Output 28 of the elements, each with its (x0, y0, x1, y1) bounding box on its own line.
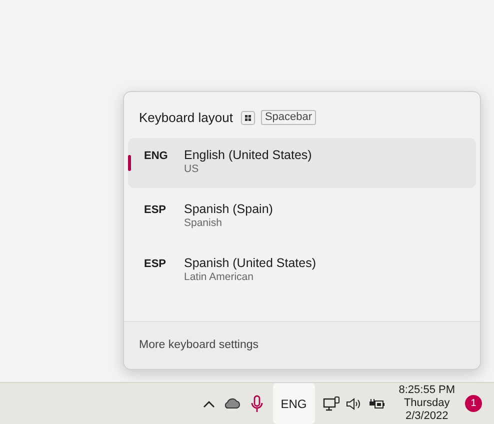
chevron-up-icon[interactable] (202, 400, 215, 408)
layout-code: ESP (144, 256, 168, 272)
clock-day: Thursday (404, 397, 450, 410)
network-icon[interactable] (322, 396, 340, 412)
more-keyboard-settings-link[interactable]: More keyboard settings (139, 336, 259, 354)
input-indicator-button[interactable]: ENG (272, 383, 315, 424)
layout-item[interactable]: ENG English (United States) US (128, 138, 476, 188)
clock-time: 8:25:55 PM (398, 384, 455, 397)
microphone-icon[interactable] (250, 394, 263, 412)
selection-indicator (128, 154, 131, 170)
clock-date: 2/3/2022 (405, 410, 448, 423)
notification-badge[interactable]: 1 (465, 395, 482, 412)
layout-code: ENG (144, 148, 169, 164)
flyout-title: Keyboard layout (139, 109, 233, 127)
layout-code: ESP (144, 202, 168, 218)
layout-name: Spanish (United States) (184, 254, 316, 270)
speaker-icon[interactable] (346, 396, 361, 410)
layout-item[interactable]: ESP Spanish (United States) Latin American (128, 246, 476, 296)
layout-variant: Latin American (184, 270, 254, 284)
layout-item[interactable]: ESP Spanish (Spain) Spanish (128, 192, 476, 242)
spacebar-key: Spacebar (260, 110, 316, 126)
layout-variant: Spanish (184, 216, 223, 230)
cloud-icon[interactable] (222, 398, 241, 409)
layout-name: Spanish (Spain) (184, 200, 273, 216)
windows-key-icon (240, 110, 255, 125)
layout-name: English (United States) (184, 146, 312, 162)
layout-variant: US (184, 162, 200, 176)
battery-charging-icon[interactable] (368, 396, 385, 410)
